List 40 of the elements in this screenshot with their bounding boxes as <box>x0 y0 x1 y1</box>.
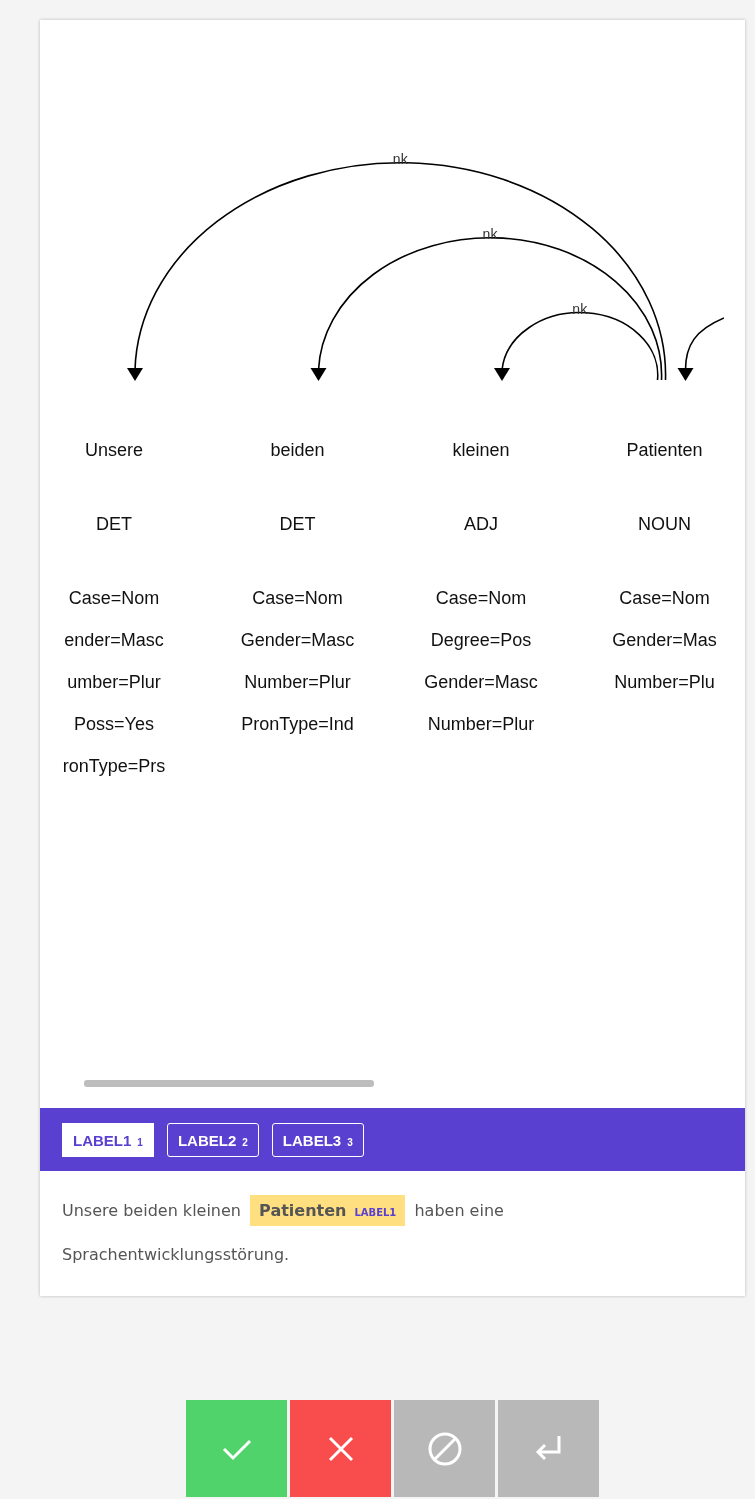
feature-text: Number=Plur <box>427 714 535 734</box>
feature-text: Gender=Mas <box>612 630 717 650</box>
token-word: kleinen <box>452 440 510 460</box>
skip-button[interactable] <box>394 1400 495 1497</box>
entity-text: Patienten <box>259 1201 347 1220</box>
prohibited-icon <box>427 1431 462 1466</box>
feature-text: Gender=Masc <box>240 630 355 650</box>
feature-text: umber=Plur <box>67 672 161 692</box>
pos-tag: DET <box>96 514 132 534</box>
submit-button[interactable] <box>498 1400 599 1497</box>
sentence-text: Sprachentwicklungsstörung. <box>62 1245 290 1264</box>
feature-text: ronType=Prs <box>62 756 166 776</box>
pos-tag: ADJ <box>464 514 498 534</box>
sentence-text: haben eine <box>414 1201 504 1220</box>
feature-text: Poss=Yes <box>74 714 154 734</box>
pos-tag: NOUN <box>638 514 691 534</box>
entity-label: LABEL1 <box>354 1207 397 1218</box>
entity-highlight[interactable]: Patienten LABEL1 <box>250 1195 406 1226</box>
label-button[interactable]: LABEL3 3 <box>271 1122 364 1157</box>
reject-button[interactable] <box>290 1400 391 1497</box>
pos-tag: DET <box>279 514 316 534</box>
feature-text: PronType=Ind <box>241 714 354 734</box>
feature-text: Case=Nom <box>68 588 160 608</box>
label-button[interactable]: LABEL1 1 <box>62 1122 154 1157</box>
accept-button[interactable] <box>186 1400 287 1497</box>
feature-text: Number=Plu <box>614 672 715 692</box>
feature-text: Case=Nom <box>619 588 710 608</box>
feature-text: Gender=Masc <box>424 672 538 692</box>
feature-text: Case=Nom <box>435 588 527 608</box>
token-word: Unsere <box>85 440 143 460</box>
scrollbar[interactable] <box>84 1080 374 1087</box>
feature-text: Case=Nom <box>252 588 343 608</box>
feature-text: Number=Plur <box>244 672 351 692</box>
feature-text: ender=Masc <box>64 630 164 650</box>
sentence-text: Unsere beiden kleinen <box>62 1201 241 1220</box>
token-word: beiden <box>270 440 325 460</box>
feature-text: Degree=Pos <box>430 630 532 650</box>
token-word: Patienten <box>626 440 703 460</box>
label-button[interactable]: LABEL2 2 <box>166 1122 259 1157</box>
dependency-arc <box>677 317 724 381</box>
